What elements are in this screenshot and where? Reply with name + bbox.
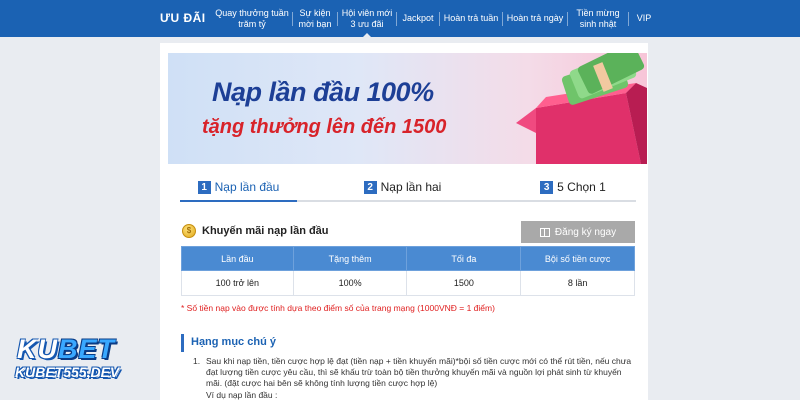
table-cell: 100% bbox=[292, 270, 408, 296]
nav-item-jackpot[interactable]: Jackpot bbox=[397, 0, 439, 37]
nav-item-weekly-rebate[interactable]: Hoàn trả tuần bbox=[440, 0, 502, 37]
gift-icon bbox=[539, 227, 550, 237]
rule-index: 1. bbox=[193, 356, 201, 366]
logo-site-url: KUBET555.DEV bbox=[15, 364, 120, 380]
nav-item-birthday-bonus[interactable]: Tiền mừng sinh nhật bbox=[568, 0, 628, 37]
table-row: 100 trở lên 100% 1500 8 lần bbox=[181, 270, 635, 296]
notice-section-title: Hạng mục chú ý bbox=[181, 334, 635, 352]
top-nav: ƯU ĐÃI Quay thưởng tuần trăm tỷ Sự kiện … bbox=[0, 0, 800, 38]
rule-example: Ví dụ nạp lần đầu : bbox=[206, 389, 278, 400]
tab-first-deposit[interactable]: 1 Nạp lần đầu bbox=[180, 172, 297, 202]
table-header-cell: Bội số tiền cược bbox=[520, 246, 635, 271]
promo-section-title: $ Khuyến mãi nạp lần đầu bbox=[182, 224, 329, 238]
points-note: * Số tiền nạp vào được tính dựa theo điể… bbox=[181, 303, 495, 313]
tab-number-badge: 3 bbox=[540, 180, 554, 194]
rule-text: Sau khi nạp tiền, tiền cược hợp lệ đạt (… bbox=[206, 356, 632, 389]
banner-headline: Nạp lần đầu 100% bbox=[212, 77, 434, 107]
table-cell: 100 trở lên bbox=[181, 270, 294, 296]
promo-banner: Nạp lần đầu 100% tặng thưởng lên đến 150… bbox=[168, 53, 647, 164]
tab-active-underline bbox=[180, 200, 297, 202]
table-header-cell: Tặng thêm bbox=[292, 246, 408, 271]
tab-label: 5 Chọn 1 bbox=[557, 180, 606, 194]
table-header-cell: Tối đa bbox=[406, 246, 522, 271]
deposit-tabs: 1 Nạp lần đầu 2 Nạp lần hai 3 5 Chọn 1 bbox=[180, 172, 636, 202]
coin-icon: $ bbox=[182, 224, 196, 238]
tab-second-deposit[interactable]: 2 Nạp lần hai bbox=[335, 172, 470, 202]
table-header-row: Lần đầu Tặng thêm Tối đa Bội số tiền cượ… bbox=[181, 246, 635, 271]
tab-label: Nạp lần hai bbox=[380, 180, 442, 194]
table-cell: 1500 bbox=[406, 270, 522, 296]
nav-brand[interactable]: ƯU ĐÃI bbox=[160, 11, 206, 25]
table-header-cell: Lần đầu bbox=[181, 246, 294, 271]
nav-item-new-member[interactable]: Hội viên mới 3 ưu đãi bbox=[338, 0, 396, 38]
nav-item-weekly-spin[interactable]: Quay thưởng tuần trăm tỷ bbox=[212, 0, 292, 37]
tab-label: Nạp lần đầu bbox=[214, 180, 280, 194]
tab-5-choose-1[interactable]: 3 5 Chọn 1 bbox=[510, 172, 636, 202]
table-cell: 8 lần bbox=[520, 270, 635, 296]
logo-wordmark: KUBET bbox=[17, 334, 115, 364]
tab-number-badge: 2 bbox=[363, 180, 377, 194]
kubet-logo: KUBET KUBET555.DEV bbox=[7, 334, 137, 386]
nav-item-daily-rebate[interactable]: Hoàn trả ngày bbox=[503, 0, 567, 37]
gift-box-icon bbox=[516, 53, 647, 164]
nav-item-invite-event[interactable]: Sự kiện mời bạn bbox=[293, 0, 337, 37]
promo-table: Lần đầu Tặng thêm Tối đa Bội số tiền cượ… bbox=[181, 246, 635, 296]
tab-number-badge: 1 bbox=[197, 180, 211, 194]
banner-subheadline: tặng thưởng lên đến 1500 bbox=[202, 116, 447, 138]
register-button[interactable]: Đăng ký ngay bbox=[521, 221, 635, 243]
rules-list: 1. Sau khi nạp tiền, tiền cược hợp lệ đạ… bbox=[193, 356, 633, 400]
nav-item-vip[interactable]: VIP bbox=[629, 0, 659, 37]
